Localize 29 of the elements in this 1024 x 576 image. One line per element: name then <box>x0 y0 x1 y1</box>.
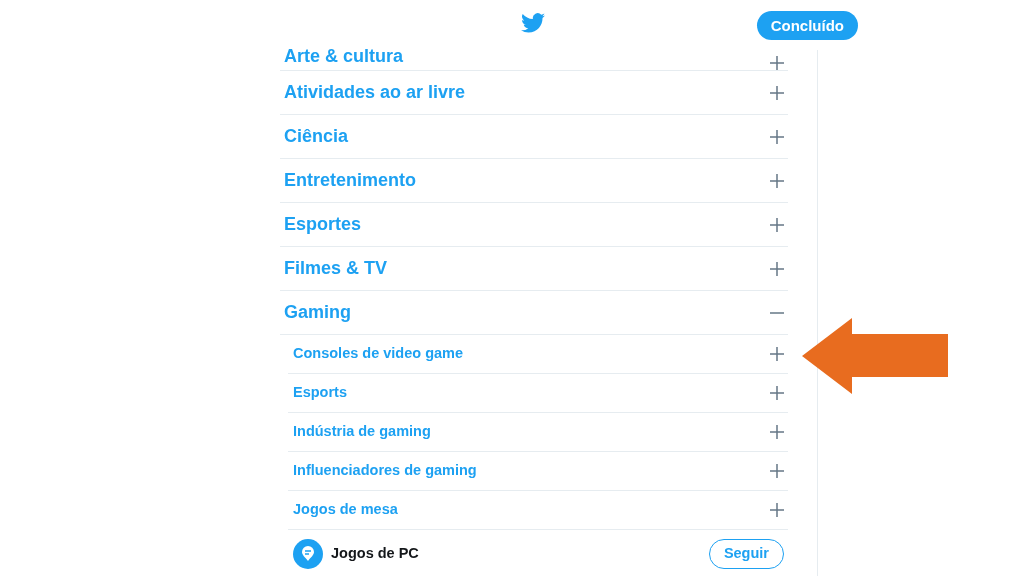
plus-icon[interactable] <box>770 347 784 361</box>
topic-item[interactable]: Entretenimento <box>284 167 416 194</box>
plus-icon[interactable] <box>770 173 784 188</box>
plus-icon[interactable] <box>770 425 784 439</box>
done-button[interactable]: Concluído <box>756 11 858 40</box>
topic-item[interactable]: Atividades ao ar livre <box>284 79 466 106</box>
topic-item[interactable]: Arte & cultura <box>284 43 404 70</box>
plus-icon[interactable] <box>770 85 784 100</box>
plus-icon[interactable] <box>770 56 784 70</box>
topic-item[interactable]: Gaming <box>284 299 351 326</box>
subtopic-item[interactable]: Jogos de mesa <box>293 499 398 521</box>
follow-button[interactable]: Seguir <box>708 539 784 569</box>
plus-icon[interactable] <box>770 261 784 276</box>
topic-item[interactable]: Filmes & TV <box>284 255 388 282</box>
topic-item[interactable]: Ciência <box>284 123 349 150</box>
plus-icon[interactable] <box>770 386 784 400</box>
topic-name: Jogos de PC <box>331 544 419 564</box>
subtopic-item[interactable]: Esports <box>293 382 347 404</box>
plus-icon[interactable] <box>770 464 784 478</box>
topic-badge-icon <box>293 539 323 569</box>
subtopic-item[interactable]: Indústria de gaming <box>293 421 431 443</box>
subtopic-item[interactable]: Influenciadores de gaming <box>293 460 477 482</box>
plus-icon[interactable] <box>770 129 784 144</box>
topic-item[interactable]: Esportes <box>284 211 362 238</box>
subtopic-item[interactable]: Consoles de video game <box>293 343 464 365</box>
plus-icon[interactable] <box>770 503 784 517</box>
plus-icon[interactable] <box>770 217 784 232</box>
pointer-arrow-icon <box>802 318 948 394</box>
bird-logo-icon <box>521 13 545 33</box>
